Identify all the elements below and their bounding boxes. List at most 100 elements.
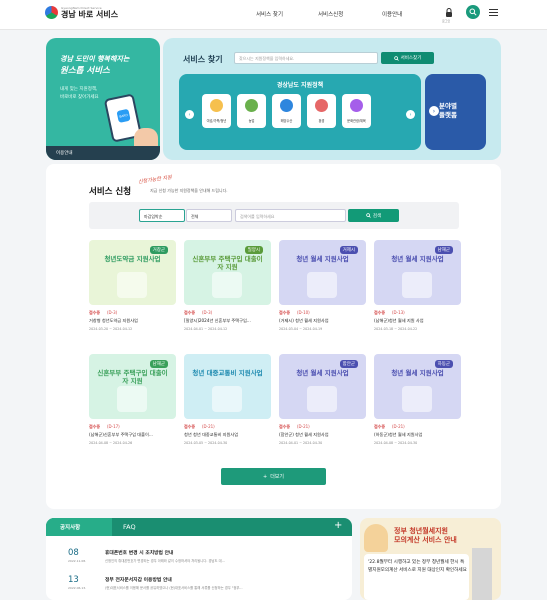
thumbnail-illustration [212, 386, 242, 412]
service-card[interactable]: 남해군 신혼부부 주택구입 대출이자 지원 접수중 (D-17) (남해군)신혼부부 주… [89, 354, 176, 445]
notice-more-icon[interactable]: + [334, 520, 342, 531]
service-card-date: 2024-04-08 ~ 2024-04-26 [89, 441, 133, 445]
rent-simulation-banner[interactable]: 정부 청년월세지원 모의계산 서비스 안내 '22.8월부터 시행하고 있는 정… [360, 518, 501, 600]
thumbnail-title: 청년 월세 지원사업 [296, 369, 349, 377]
policy-prev-button[interactable]: ‹ [185, 110, 194, 119]
thumbnail-title: 청년 대중교통비 지원사업 [192, 369, 263, 377]
notice-summary: (현)대표서비스를 이용해 문서를 공유하였으나 (현)대표서비스를 통해 서류… [105, 586, 243, 590]
service-card-thumbnail: 남해군 신혼부부 주택구입 대출이자 지원 [89, 354, 176, 419]
notice-day: 13 [68, 575, 79, 585]
status-badge: 접수중 [374, 424, 386, 429]
notice-item[interactable]: 08 2022.11.08. 휴대폰번호 변경 시 조치방법 안내 신청인의 휴… [46, 546, 352, 574]
thumbnail-illustration [402, 386, 432, 412]
service-card[interactable]: 함안군 청년 월세 지원사업 접수중 (D-21) (함안군) 청년 월세 지원사업 20… [279, 354, 366, 445]
service-apply-section: 서비스 신청 신청가능한 지원 지금 신청 가능한 지원정책을 안내해 드립니다… [46, 164, 501, 509]
service-card[interactable]: 청년 대중교통비 지원사업 접수중 (D-21) 청년 청년 대중교통비 지원사업 20… [184, 354, 271, 445]
nav-service-apply[interactable]: 서비스신청 [318, 10, 343, 18]
policy-label: 농업 [248, 119, 255, 123]
dday-label: (D-21) [297, 424, 310, 429]
shortcut-label: 분야별 플랫폼 [439, 102, 457, 120]
policy-item[interactable]: 환경 [307, 94, 336, 128]
service-search-title: 서비스 찾기 [183, 55, 223, 64]
notice-item[interactable]: 13 2022.06.13. 정부 전자문서지갑 이용방법 안내 (현)대표서비… [46, 573, 352, 600]
service-card[interactable]: 하동군 청년 월세 지원사업 접수중 (D-21) (하동군)청년 월세 지원사업 202… [374, 354, 461, 445]
sort-select[interactable]: 마감임박순 [139, 209, 185, 222]
service-card-title: 청년 청년 대중교통비 지원사업 [184, 432, 239, 437]
login-label: 로그인 [442, 19, 451, 23]
policy-item[interactable]: 해양수산 [272, 94, 301, 128]
policy-title: 경상남도 지원정책 [276, 82, 324, 89]
nav-service-find[interactable]: 서비스 찾기 [256, 10, 283, 18]
policy-item[interactable]: 농업 [237, 94, 266, 128]
region-tag: 남해군 [149, 360, 168, 368]
status-badge: 접수중 [89, 424, 101, 429]
hero-line3: 내게 맞는 지원정책, [60, 87, 98, 92]
hero-promo-panel: 경남 도민이 행복해지는 원스톱 서비스 내게 맞는 지원정책, 바로바로 찾아… [46, 38, 160, 160]
thumbnail-title: 신혼부부 주택구입 대출이자 지원 [97, 369, 168, 385]
status-badge: 접수중 [89, 310, 101, 315]
region-tag: 거제시 [339, 246, 358, 254]
service-card-date: 2024-03-05 ~ 2024-04-30 [184, 441, 228, 445]
logo-mark-icon [45, 6, 58, 19]
tab-notice[interactable]: 공지사항 [46, 518, 112, 536]
dday-label: (D-21) [202, 424, 215, 429]
filter-search-button[interactable]: 검색 [348, 209, 399, 222]
policy-carousel: 경상남도 지원정책 ‹ 여성/가족/청년 농업 해양수산 환경 문화관광/체육 › [179, 74, 421, 150]
status-badge: 접수중 [374, 310, 386, 315]
filter-search-label: 검색 [372, 213, 382, 219]
field-platform-shortcut[interactable]: › 분야별 플랫폼 [425, 74, 486, 150]
service-card-thumbnail: 거제시 청년 월세 지원사업 [279, 240, 366, 305]
keyword-input[interactable]: 검색어를 입력하세요 [235, 209, 346, 222]
service-card-title: (남해군)청년 월세 지원 사업 [374, 318, 424, 323]
service-card[interactable]: 거창군 청년도약금 지원사업 접수중 (D-3) 거창형 청년도약금 지원사업 2024-… [89, 240, 176, 331]
service-card-date: 2024-03-18 ~ 2024-04-22 [374, 327, 418, 331]
policy-next-button[interactable]: › [406, 110, 415, 119]
region-select[interactable]: 전체 [186, 209, 232, 222]
menu-button[interactable] [486, 5, 500, 19]
status-badge: 접수중 [279, 310, 291, 315]
thumbnail-title: 청년 월세 지원사업 [391, 369, 444, 377]
site-logo[interactable]: GyeongNam Direct Service 경남 바로 서비스 [45, 6, 118, 19]
service-card-title: (거제시) 청년 월세 지원사업 [279, 318, 329, 323]
policy-label: 해양수산 [280, 119, 293, 123]
nav-guide[interactable]: 이용안내 [382, 10, 402, 18]
guide-link[interactable]: 이용안내 [46, 146, 160, 160]
search-button[interactable] [466, 5, 480, 19]
dday-label: (D-13) [392, 310, 405, 315]
hero-tagline: 내게 맞는 지원정책, 바로바로 찾아가세요 [60, 86, 99, 102]
arrow-right-icon: › [429, 106, 439, 116]
service-card-thumbnail: 밀양시 신혼부부 주택구입 대출이자 지원 [184, 240, 271, 305]
search-icon [393, 55, 399, 61]
service-search-input[interactable]: 찾으시는 지원정책을 입력하세요. [234, 52, 378, 64]
service-search-button-label: 서비스찾기 [400, 56, 422, 61]
notice-date: 2022.11.08. [68, 559, 87, 563]
status-badge: 접수중 [279, 424, 291, 429]
service-search-button[interactable]: 서비스찾기 [381, 52, 434, 64]
banner-body: '22.8월부터 시행하고 있는 정부 청년월세 한시 특별지원모의계산 서비스… [368, 560, 467, 573]
service-card[interactable]: 밀양시 신혼부부 주택구입 대출이자 지원 접수중 (D-3) [밀양시]2024년 신… [184, 240, 271, 331]
thumbnail-illustration [212, 272, 242, 298]
service-card[interactable]: 거제시 청년 월세 지원사업 접수중 (D-10) (거제시) 청년 월세 지원사업 20… [279, 240, 366, 331]
policy-item[interactable]: 여성/가족/청년 [202, 94, 231, 128]
site-header: GyeongNam Direct Service 경남 바로 서비스 서비스 찾… [0, 0, 547, 30]
region-tag: 하동군 [434, 360, 453, 368]
service-card-thumbnail: 함안군 청년 월세 지원사업 [279, 354, 366, 419]
thumbnail-illustration [117, 272, 147, 298]
service-card-date: 2024-03-04 ~ 2024-04-19 [279, 327, 323, 331]
region-tag: 거창군 [149, 246, 168, 254]
dday-label: (D-3) [202, 310, 213, 315]
tab-faq[interactable]: FAQ [123, 523, 136, 531]
policy-icon [315, 99, 328, 112]
service-card-date: 2024-03-20 ~ 2024-04-12 [89, 327, 133, 331]
policy-item[interactable]: 문화관광/체육 [342, 94, 371, 128]
thumbnail-illustration [307, 272, 337, 298]
region-tag: 밀양시 [244, 246, 263, 254]
filter-bar: 마감임박순 전체 검색어를 입력하세요 검색 [89, 202, 459, 229]
service-card-thumbnail: 남해군 청년 월세 지원사업 [374, 240, 461, 305]
service-card-date: 2024-04-01 ~ 2024-04-30 [279, 441, 323, 445]
more-button[interactable]: + 더보기 [221, 468, 326, 485]
login-button[interactable] [442, 5, 456, 19]
service-card[interactable]: 남해군 청년 월세 지원사업접수중 (D-13) (남해군)청년 월세 지원 사업 20… [374, 240, 461, 331]
service-card-date: 2024-04-01 ~ 2024-04-12 [184, 327, 228, 331]
region-tag: 남해군 [434, 246, 453, 254]
